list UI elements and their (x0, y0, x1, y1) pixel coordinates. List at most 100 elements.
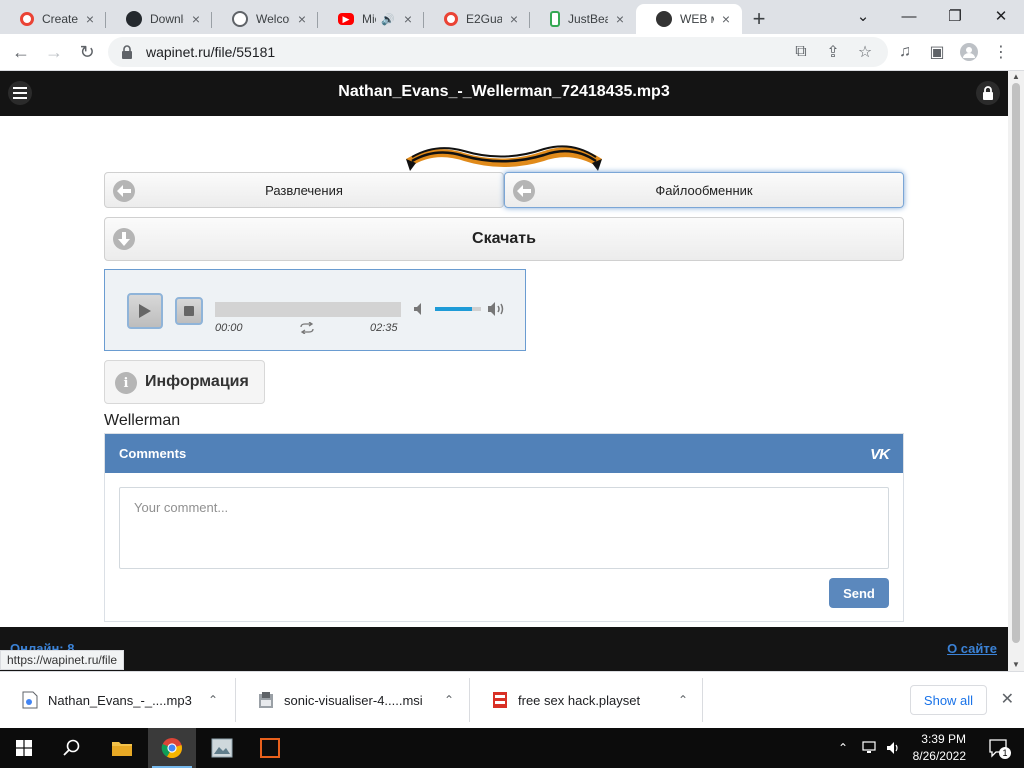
volume-max-icon[interactable] (487, 301, 507, 317)
browser-toolbar: ← → ↻ wapinet.ru/file/55181 ⧉ ⇪ ☆ ♫ ▣ ⋮ (0, 34, 1024, 71)
page-title: Nathan_Evans_-_Wellerman_72418435.mp3 (338, 83, 670, 100)
search-button[interactable] (48, 728, 96, 768)
restore-button[interactable]: ❐ (932, 0, 978, 32)
download-filename: Nathan_Evans_-_....mp3 (48, 692, 192, 708)
close-downloads-icon[interactable]: ✕ (1001, 689, 1014, 709)
lock-icon[interactable] (120, 45, 134, 59)
app-taskbar-button[interactable] (198, 728, 246, 768)
site-footer: Онлайн: 8 О сайте (0, 627, 1008, 671)
github-icon (126, 11, 142, 27)
close-window-button[interactable]: ✕ (978, 0, 1024, 32)
chevron-up-icon[interactable]: ⌃ (668, 693, 698, 707)
chevron-up-icon[interactable]: ⌃ (198, 693, 228, 707)
tab-search-icon[interactable]: ⌄ (840, 0, 886, 32)
site-header: Nathan_Evans_-_Wellerman_72418435.mp3 (0, 71, 1008, 116)
stop-button[interactable] (175, 297, 203, 325)
new-tab-button[interactable]: + (742, 4, 776, 34)
bookmark-star-icon[interactable]: ☆ (851, 38, 879, 66)
play-icon (139, 304, 151, 318)
nav-left-label: Развлечения (265, 182, 343, 198)
reload-icon[interactable]: ↻ (73, 38, 101, 66)
browser-tab-6[interactable]: JustBea × (530, 4, 636, 34)
file-explorer-button[interactable] (98, 728, 146, 768)
system-clock[interactable]: 3:39 PM 8/26/2022 (913, 731, 966, 765)
seek-bar[interactable] (215, 302, 401, 317)
vk-logo-icon[interactable]: VK (870, 446, 890, 463)
youtube-icon: ▶ (338, 13, 354, 25)
nav-back-fileshare-button[interactable]: Файлообменник (504, 172, 904, 208)
installer-file-icon (259, 692, 273, 708)
translate-icon[interactable]: ⧉ (787, 38, 815, 66)
side-panel-icon[interactable]: ▣ (923, 38, 951, 66)
close-tab-icon[interactable]: × (612, 11, 628, 27)
comment-input[interactable] (119, 487, 889, 569)
notification-center-icon[interactable]: 1 (988, 738, 1011, 759)
app2-taskbar-button[interactable] (246, 728, 294, 768)
browser-tab-5[interactable]: E2Guar × (424, 4, 530, 34)
mute-icon[interactable] (413, 302, 427, 316)
search-icon (63, 739, 80, 756)
media-control-icon[interactable]: ♫ (891, 38, 919, 66)
tab-title: Welcom (256, 12, 290, 26)
audio-icon (550, 11, 560, 27)
close-tab-icon[interactable]: × (400, 11, 416, 27)
download-filename: free sex hack.playset (518, 692, 641, 708)
chrome-taskbar-button[interactable] (148, 728, 196, 768)
page-scrollbar[interactable]: ▲ ▼ (1008, 71, 1024, 671)
profile-avatar-icon[interactable] (955, 38, 983, 66)
start-button[interactable] (0, 728, 48, 768)
download-item[interactable]: Nathan_Evans_-_....mp3 ⌃ (0, 678, 236, 722)
st-george-ribbon-icon (406, 145, 602, 171)
volume-icon[interactable] (886, 728, 902, 768)
close-tab-icon[interactable]: × (82, 11, 98, 27)
chrome-icon (161, 738, 182, 759)
browser-tab-2[interactable]: Downlo × (106, 4, 212, 34)
scroll-up-icon[interactable]: ▲ (1008, 71, 1024, 83)
download-filename: sonic-visualiser-4.....msi (284, 692, 423, 708)
windows-taskbar: ⌃ 3:39 PM 8/26/2022 1 (0, 728, 1024, 768)
browser-tab-3[interactable]: Welcom × (212, 4, 318, 34)
close-tab-icon[interactable]: × (294, 11, 310, 27)
show-all-button[interactable]: Show all (910, 685, 987, 715)
repeat-icon[interactable] (298, 322, 316, 334)
forward-icon[interactable]: → (40, 38, 68, 66)
link-status-url: https://wapinet.ru/file (0, 650, 125, 670)
url-text[interactable]: wapinet.ru/file/55181 (146, 44, 275, 60)
nav-right-label: Файлообменник (655, 182, 753, 198)
volume-slider[interactable] (435, 307, 481, 311)
browser-tab-4[interactable]: ▶ Mic 🔊 × (318, 4, 424, 34)
downloads-bar: Nathan_Evans_-_....mp3 ⌃ sonic-visualise… (0, 671, 1024, 728)
nav-back-entertainment-button[interactable]: Развлечения (104, 172, 504, 208)
share-icon[interactable]: ⇪ (819, 38, 847, 66)
arrow-left-icon (513, 180, 535, 202)
back-icon[interactable]: ← (7, 38, 35, 66)
tray-chevron-up-icon[interactable]: ⌃ (838, 728, 848, 768)
address-bar[interactable]: wapinet.ru/file/55181 (108, 37, 888, 67)
play-button[interactable] (127, 293, 163, 329)
information-button[interactable]: i Информация (104, 360, 265, 404)
scroll-thumb[interactable] (1012, 83, 1020, 643)
minimize-button[interactable]: — (886, 0, 932, 32)
about-link[interactable]: О сайте (947, 641, 997, 656)
arrow-down-icon (113, 228, 135, 250)
close-tab-icon[interactable]: × (506, 11, 522, 27)
download-item[interactable]: sonic-visualiser-4.....msi ⌃ (236, 678, 470, 722)
download-button[interactable]: Скачать (104, 217, 904, 261)
close-tab-icon[interactable]: × (188, 11, 204, 27)
browser-menu-icon[interactable]: ⋮ (987, 38, 1015, 66)
download-item[interactable]: free sex hack.playset ⌃ (470, 678, 703, 722)
close-tab-icon[interactable]: × (718, 11, 734, 27)
chevron-up-icon[interactable]: ⌃ (434, 693, 464, 707)
tab-title: Create Y (42, 12, 78, 26)
gmail-icon (20, 12, 34, 26)
tab-title: Downlo (150, 12, 184, 26)
network-icon[interactable] (862, 728, 878, 768)
scroll-down-icon[interactable]: ▼ (1008, 659, 1024, 671)
browser-tab-active[interactable]: WEB ма × (636, 4, 742, 34)
browser-tab-1[interactable]: Create Y × (0, 4, 106, 34)
lock-icon[interactable] (976, 81, 1000, 105)
send-button[interactable]: Send (829, 578, 889, 608)
playset-file-icon (493, 692, 507, 708)
speaker-icon[interactable]: 🔊 (380, 13, 396, 26)
clock-time: 3:39 PM (921, 732, 966, 746)
